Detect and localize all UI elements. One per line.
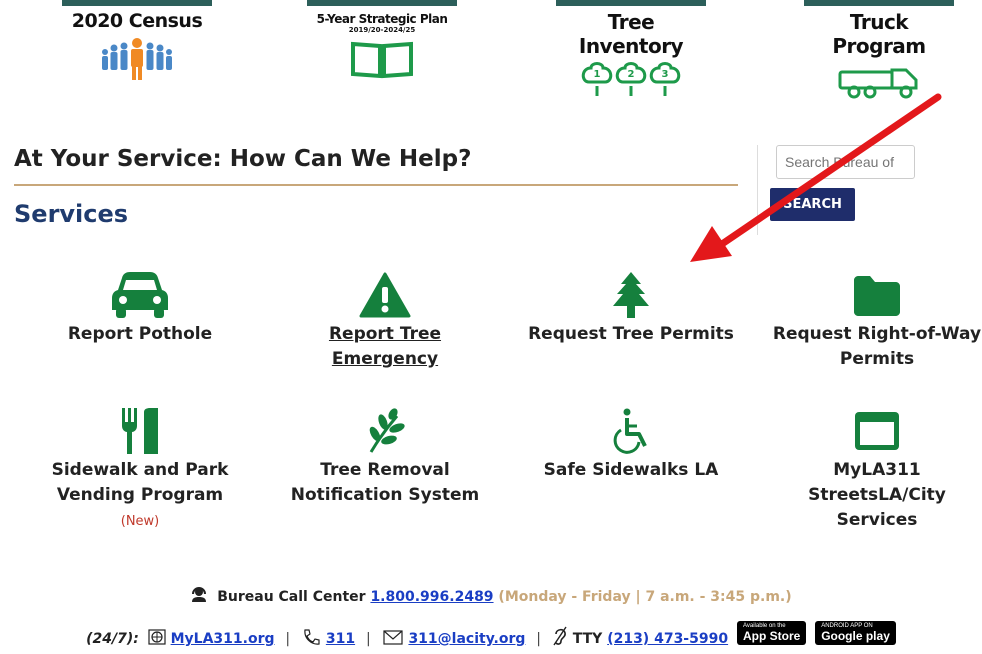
new-badge: (New) bbox=[120, 514, 160, 529]
tty-label: TTY bbox=[572, 631, 603, 647]
tree-inventory-banner-link[interactable]: Tree Inventory 1 2 3 bbox=[556, 0, 706, 96]
service-sidewalk-park-vending[interactable]: Sidewalk and Park Vending Program (New) bbox=[30, 408, 250, 529]
service-request-right-of-way-permits[interactable]: Request Right-of-Way Permits bbox=[767, 272, 982, 372]
truck-icon bbox=[838, 68, 918, 99]
svg-text:1: 1 bbox=[594, 69, 601, 80]
services-heading: Services bbox=[14, 200, 129, 228]
banner-bar bbox=[307, 0, 457, 6]
window-icon bbox=[855, 412, 899, 450]
numbered-trees-icon: 1 2 3 bbox=[581, 62, 681, 96]
service-request-tree-permits[interactable]: Request Tree Permits bbox=[521, 272, 741, 347]
banner-bar bbox=[62, 0, 212, 6]
strategic-plan-years: 2019/20-2024/25 bbox=[348, 26, 416, 34]
wheelchair-icon bbox=[613, 408, 647, 454]
search-input[interactable] bbox=[776, 145, 915, 179]
website-link[interactable]: MyLA311.org bbox=[171, 631, 275, 647]
phone-311-link[interactable]: 311 bbox=[326, 631, 355, 647]
warning-icon bbox=[359, 272, 411, 318]
service-label[interactable]: Tree Removal Notification System bbox=[275, 458, 495, 508]
top-banner: 2020 Census 5-Year Strategic Plan 2019/2… bbox=[0, 0, 982, 100]
svg-text:2: 2 bbox=[628, 69, 635, 80]
service-label[interactable]: MyLA311 StreetsLA/City Services bbox=[767, 458, 982, 533]
leaf-sprig-icon bbox=[369, 408, 405, 453]
phone-icon bbox=[304, 629, 320, 645]
census-title: 2020 Census bbox=[71, 10, 203, 32]
google-play-badge[interactable]: ANDROID APP ON Google play bbox=[815, 621, 896, 645]
service-label[interactable]: Request Tree Permits bbox=[521, 322, 741, 347]
page-title: At Your Service: How Can We Help? bbox=[14, 146, 472, 172]
strategic-plan-title: 5-Year Strategic Plan bbox=[316, 12, 448, 26]
search-divider bbox=[757, 145, 758, 235]
svg-text:3: 3 bbox=[662, 69, 669, 80]
pine-tree-icon bbox=[613, 272, 649, 318]
utensils-icon bbox=[122, 408, 158, 454]
availability-label: (24/7): bbox=[86, 631, 139, 647]
email-icon bbox=[382, 630, 403, 645]
app-store-badge[interactable]: Available on the App Store bbox=[736, 621, 807, 645]
separator: | bbox=[365, 631, 371, 647]
email-link[interactable]: 311@lacity.org bbox=[408, 631, 525, 647]
heading-divider bbox=[14, 184, 738, 186]
separator: | bbox=[285, 631, 291, 647]
census-banner-link[interactable]: 2020 Census bbox=[62, 0, 212, 96]
truck-program-banner-link[interactable]: Truck Program bbox=[804, 0, 954, 99]
service-label[interactable]: Safe Sidewalks LA bbox=[521, 458, 741, 483]
people-crowd-icon bbox=[102, 38, 172, 80]
service-tree-removal-notification[interactable]: Tree Removal Notification System bbox=[275, 408, 495, 508]
service-report-pothole[interactable]: Report Pothole bbox=[30, 272, 250, 347]
call-center-phone-link[interactable]: 1.800.996.2489 bbox=[370, 589, 493, 605]
tty-phone-link[interactable]: (213) 473-5990 bbox=[607, 631, 728, 647]
car-icon bbox=[112, 272, 168, 318]
search-button[interactable]: SEARCH bbox=[770, 188, 855, 221]
hearing-icon bbox=[553, 626, 567, 646]
folder-icon bbox=[854, 276, 900, 316]
contact-line: (24/7): MyLA311.org | 311 | 311@lacity.o… bbox=[0, 621, 982, 651]
banner-bar bbox=[804, 0, 954, 6]
call-center-hours: (Monday - Friday | 7 a.m. - 3:45 p.m.) bbox=[498, 589, 792, 605]
app-store-text: App Store bbox=[742, 629, 801, 643]
open-book-icon bbox=[351, 41, 413, 79]
service-label[interactable]: Report Tree Emergency bbox=[275, 322, 495, 372]
service-report-tree-emergency[interactable]: Report Tree Emergency bbox=[275, 272, 495, 372]
service-myla311[interactable]: MyLA311 StreetsLA/City Services bbox=[767, 408, 982, 533]
call-center-line: Bureau Call Center 1.800.996.2489 (Monda… bbox=[0, 585, 982, 605]
truck-program-title: Truck Program bbox=[832, 10, 926, 58]
call-center-label: Bureau Call Center bbox=[217, 589, 366, 605]
strategic-plan-banner-link[interactable]: 5-Year Strategic Plan 2019/20-2024/25 bbox=[307, 0, 457, 96]
service-label[interactable]: Request Right-of-Way Permits bbox=[767, 322, 982, 372]
service-label[interactable]: Sidewalk and Park Vending Program bbox=[30, 458, 250, 508]
headset-icon bbox=[192, 587, 207, 602]
banner-bar bbox=[556, 0, 706, 6]
separator: | bbox=[536, 631, 541, 647]
globe-icon bbox=[148, 629, 166, 645]
google-play-text: Google play bbox=[821, 629, 890, 643]
service-safe-sidewalks-la[interactable]: Safe Sidewalks LA bbox=[521, 408, 741, 483]
tree-inventory-title: Tree Inventory bbox=[578, 10, 684, 58]
service-label[interactable]: Report Pothole bbox=[30, 322, 250, 347]
